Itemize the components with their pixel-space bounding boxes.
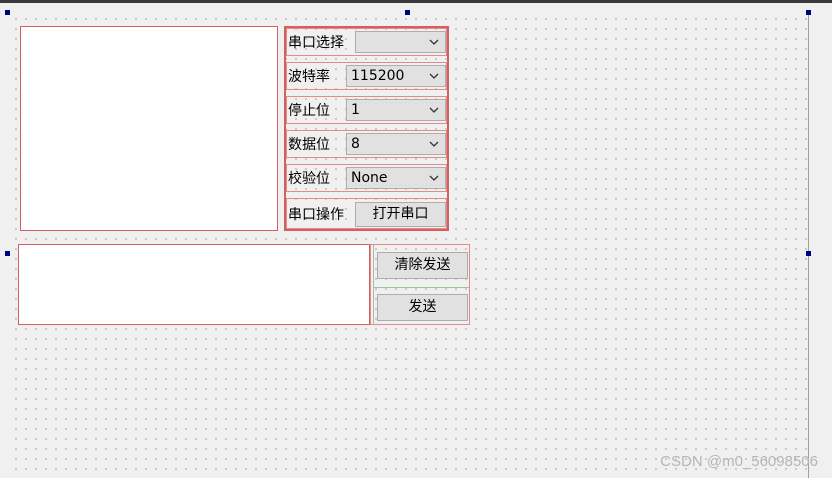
stop-bits-label: 停止位 [288, 103, 330, 119]
selection-handle-top-center[interactable] [405, 10, 410, 15]
baud-select-value: 115200 [351, 68, 405, 84]
selection-handle-top-left[interactable] [5, 10, 10, 15]
selection-handle-middle-right[interactable] [806, 251, 811, 256]
chevron-down-icon [429, 141, 439, 147]
baud-label: 波特率 [288, 69, 330, 85]
window-top-border [0, 0, 832, 3]
send-button[interactable]: 发送 [377, 294, 468, 321]
stop-bits-row: 停止位 1 [286, 96, 447, 124]
baud-row: 波特率 115200 [286, 62, 447, 90]
form-right-edge [808, 11, 809, 478]
stop-bits-select[interactable]: 1 [346, 99, 446, 121]
chevron-down-icon [429, 39, 439, 45]
receive-text-area[interactable] [20, 26, 278, 231]
chevron-down-icon [429, 73, 439, 79]
parity-select[interactable]: None [346, 167, 446, 189]
open-port-button[interactable]: 打开串口 [355, 202, 446, 227]
chevron-down-icon [429, 107, 439, 113]
data-bits-select-value: 8 [351, 136, 360, 152]
operate-row: 串口操作 打开串口 [286, 198, 447, 229]
serial-settings-layout: 串口选择 波特率 115200 停止位 1 数据位 8 校验位 None 串口操… [284, 26, 449, 231]
csdn-watermark: CSDN @m0_56098506 [660, 453, 818, 470]
parity-row: 校验位 None [286, 164, 447, 192]
data-bits-row: 数据位 8 [286, 130, 447, 158]
data-bits-label: 数据位 [288, 137, 330, 153]
port-row: 串口选择 [286, 28, 447, 56]
operate-label: 串口操作 [288, 206, 344, 223]
parity-label: 校验位 [288, 171, 330, 187]
port-label: 串口选择 [288, 35, 344, 51]
chevron-down-icon [429, 175, 439, 181]
data-bits-select[interactable]: 8 [346, 133, 446, 155]
parity-select-value: None [351, 170, 388, 186]
selection-handle-middle-left[interactable] [5, 251, 10, 256]
selection-handle-top-right[interactable] [806, 10, 811, 15]
layout-divider-horizontal [373, 287, 469, 288]
send-text-area[interactable] [18, 244, 370, 325]
stop-bits-select-value: 1 [351, 102, 360, 118]
baud-select[interactable]: 115200 [346, 65, 446, 87]
port-select[interactable] [355, 31, 446, 53]
layout-divider-vertical [373, 245, 374, 324]
send-buttons-layout: 清除发送 发送 [370, 244, 470, 325]
clear-send-button[interactable]: 清除发送 [377, 252, 468, 279]
